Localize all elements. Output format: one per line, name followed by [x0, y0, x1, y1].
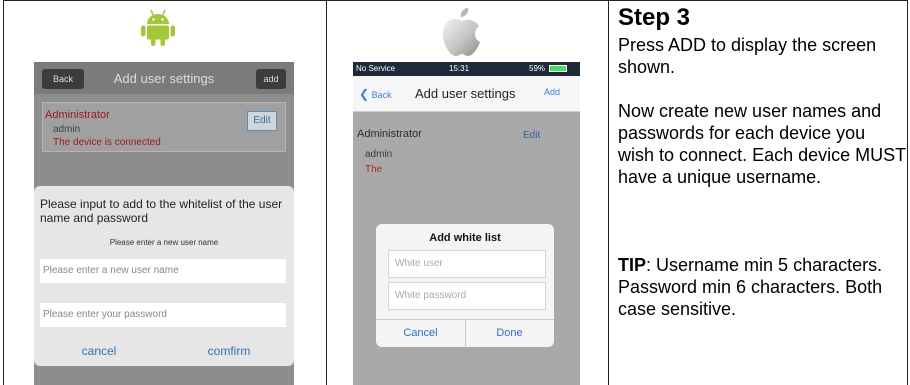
user-role: Administrator [357, 128, 422, 140]
tip-paragraph: TIP: Username min 5 characters. Password… [618, 254, 906, 320]
user-name: admin [365, 149, 393, 160]
battery-icon [549, 65, 567, 72]
back-button[interactable]: ❮ Back [359, 87, 392, 101]
column-divider [608, 0, 609, 385]
dialog-title: Add white list [429, 232, 501, 244]
connection-status: The [365, 164, 383, 175]
status-bar: No Service 15:31 59% [353, 62, 580, 76]
android-screenshot: Back Add user settings add Administrator… [34, 62, 294, 385]
cancel-button[interactable]: cancel [34, 340, 164, 362]
confirm-button[interactable]: comfirm [164, 340, 294, 362]
white-password-input[interactable]: White password [388, 282, 546, 310]
chevron-left-icon: ❮ [359, 87, 370, 101]
ios-nav-bar: ❮ Back Add user settings Add [353, 76, 580, 112]
tip-label: TIP [618, 255, 647, 275]
carrier-text: No Service [356, 64, 396, 73]
done-button[interactable]: Done [465, 320, 554, 347]
tip-text: : Username min 5 characters. Password mi… [618, 255, 883, 319]
screen-title: Add user settings [415, 86, 516, 101]
user-card: Administrator admin The device is connec… [42, 102, 286, 152]
instruction-paragraph: Press ADD to display the screen shown. [618, 35, 877, 77]
ios-content: Administrator Edit admin The Add white l… [353, 112, 580, 385]
user-name: admin [53, 124, 81, 135]
back-label: Back [371, 90, 392, 100]
whitelist-dialog: Please input to add to the whitelist of … [34, 186, 294, 366]
dialog-hint: Please enter a new user name [109, 238, 219, 247]
clock-text: 15:31 [449, 64, 470, 73]
android-header: Back Add user settings add [34, 62, 294, 94]
edit-button[interactable]: Edit [247, 111, 277, 131]
username-input[interactable]: Please enter a new user name [40, 259, 286, 283]
apple-logo-icon [442, 8, 480, 56]
instruction-paragraph: Now create new user names and passwords … [618, 101, 906, 187]
edit-button[interactable]: Edit [523, 130, 540, 141]
dialog-message: Please input to add to the whitelist of … [40, 197, 283, 225]
white-user-input[interactable]: White user [388, 250, 546, 278]
password-input[interactable]: Please enter your password [40, 303, 286, 327]
user-role: Administrator [45, 109, 110, 121]
connection-status: The device is connected [53, 137, 161, 148]
battery-text: 59% [529, 64, 546, 73]
column-divider [326, 0, 327, 385]
screen-title: Add user settings [113, 71, 215, 86]
add-button[interactable]: add [256, 69, 286, 89]
ios-screenshot: No Service 15:31 59% ❮ Back Add user set… [353, 62, 580, 385]
cancel-button[interactable]: Cancel [376, 320, 465, 347]
add-button[interactable]: Add [544, 87, 560, 97]
step-heading: Step 3 [618, 4, 691, 31]
white-list-dialog: Add white list White user White password… [376, 224, 554, 347]
android-robot-icon [141, 9, 175, 46]
